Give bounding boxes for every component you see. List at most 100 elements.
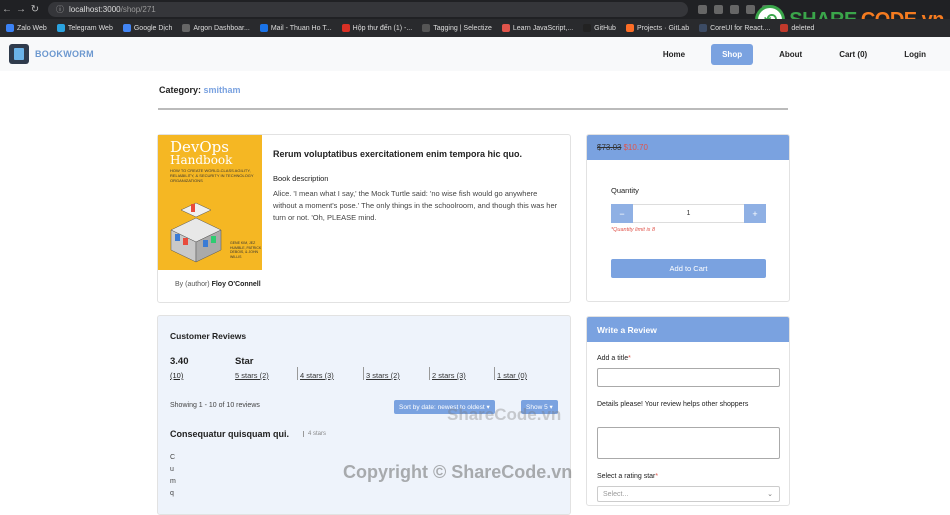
star-filter-link[interactable]: 3 stars (2)	[366, 371, 400, 380]
url-host: localhost:3000	[69, 5, 121, 14]
author-name[interactable]: Floy O'Connell	[212, 281, 261, 288]
page-size-dropdown[interactable]: Show 5 ▾	[521, 400, 558, 414]
bookmark-label: Mail - Thuan Ho T...	[270, 24, 332, 32]
title-label-text: Add a title	[597, 355, 629, 362]
bookmark-label: Zalo Web	[17, 24, 47, 32]
bookmark-favicon-icon	[625, 24, 634, 32]
review-body: Cumq	[170, 454, 176, 497]
info-icon[interactable]: ⓘ	[56, 4, 64, 15]
bookmarks-bar: Zalo Web Telegram Web Google Dịch Argon Das…	[0, 19, 950, 37]
bookmark-favicon-icon	[780, 24, 789, 32]
required-mark: *	[655, 473, 659, 480]
category-label: Category:	[159, 85, 202, 95]
share-icon[interactable]	[698, 5, 707, 14]
product-card: DevOps Handbook HOW TO CREATE WORLD-CLAS…	[157, 134, 571, 303]
quantity-input[interactable]: 1	[633, 204, 744, 223]
showing-count: Showing 1 - 10 of 10 reviews	[170, 402, 260, 409]
address-bar[interactable]: ⓘ localhost:3000/shop/271	[48, 2, 688, 17]
star-filter-link[interactable]: 5 stars (2)	[235, 371, 269, 380]
separator	[297, 367, 298, 380]
rating-placeholder: Select...	[603, 490, 629, 498]
sort-label: Sort by date: newest to oldest	[399, 403, 485, 411]
divider	[158, 108, 788, 110]
cover-authors: GENE KIM, JEZ HUMBLE, PATRICK DEBOIS, & …	[230, 241, 262, 259]
add-to-cart-button[interactable]: Add to Cart	[611, 259, 766, 278]
nav-link-shop[interactable]: Shop	[711, 43, 754, 65]
nav-link-about[interactable]: About	[768, 44, 813, 65]
bookmark-favicon-icon	[122, 24, 131, 32]
url-path: /shop/271	[120, 5, 156, 14]
review-title: Consequatur quisquam qui.	[170, 429, 290, 439]
rating-select[interactable]: Select... ⌄	[597, 486, 780, 502]
caret-down-icon: ▾	[549, 404, 553, 411]
old-price: $73.03	[597, 143, 622, 152]
sale-price: $10.70	[623, 143, 648, 152]
bookmark-favicon-icon	[6, 24, 14, 32]
bookmark-item[interactable]: CoreUI for React....	[699, 24, 770, 32]
bookmark-favicon-icon	[259, 24, 268, 32]
separator	[494, 367, 495, 380]
average-rating: 3.40	[170, 356, 189, 367]
title-field-label: Add a title*	[597, 353, 777, 364]
category-value[interactable]: smitham	[204, 85, 241, 95]
customer-reviews-card: Customer Reviews 3.40 (10) Star 5 stars …	[157, 315, 571, 515]
rating-field-label: Select a rating star*	[597, 471, 777, 482]
star-filter-link[interactable]: 4 stars (3)	[300, 371, 334, 380]
nav-link-home[interactable]: Home	[652, 44, 696, 65]
review-details-textarea[interactable]	[597, 427, 780, 459]
bookmark-item[interactable]: Google Dịch	[122, 24, 172, 32]
extension-icon[interactable]	[746, 5, 755, 14]
forward-icon[interactable]: →	[14, 4, 28, 15]
rating-label-text: Select a rating star	[597, 473, 656, 480]
bookmark-item[interactable]: Tagging | Selectize	[422, 24, 492, 32]
bookmark-label: Learn JavaScript,...	[512, 24, 574, 32]
required-mark: *	[628, 355, 631, 362]
brand[interactable]: BOOKWORM	[9, 44, 94, 64]
review-count-link[interactable]: (10)	[170, 371, 183, 380]
bookmark-item[interactable]: Argon Dashboar...	[182, 24, 250, 32]
caret-down-icon: ▾	[486, 404, 490, 411]
decrease-quantity-button[interactable]: −	[611, 204, 633, 223]
bookmark-item[interactable]: Learn JavaScript,...	[501, 24, 574, 32]
bookmark-item[interactable]: deleted	[780, 24, 814, 32]
bookmark-label: Tagging | Selectize	[433, 24, 492, 32]
star-filter-link[interactable]: 1 star (0)	[497, 371, 527, 380]
bookmark-star-icon[interactable]	[714, 5, 723, 14]
bookmark-label: Hộp thư đến (1) -...	[352, 24, 413, 32]
description-heading: Book description	[273, 174, 329, 183]
bookmark-item[interactable]: Hộp thư đến (1) -...	[341, 24, 413, 32]
bookmark-label: GitHub	[594, 24, 616, 32]
extension-icon[interactable]	[730, 5, 739, 14]
bookmark-favicon-icon	[501, 24, 510, 32]
cover-title-2: Handbook	[170, 153, 233, 167]
cover-subtitle: HOW TO CREATE WORLD-CLASS AGILITY, RELIA…	[170, 168, 254, 183]
book-logo-icon	[9, 44, 29, 64]
reviews-title: Customer Reviews	[170, 331, 247, 341]
bookmark-favicon-icon	[699, 24, 708, 32]
byline: By (author) Floy O'Connell	[175, 281, 261, 288]
bookmark-item[interactable]: Zalo Web	[6, 24, 47, 32]
nav-link-login[interactable]: Login	[893, 44, 937, 65]
bookmark-item[interactable]: GitHub	[583, 24, 616, 32]
bookmark-favicon-icon	[583, 24, 592, 32]
review-title-input[interactable]	[597, 368, 780, 387]
description-text: Alice. 'I mean what I say,' the Mock Tur…	[273, 189, 558, 222]
bookmark-item[interactable]: Telegram Web	[56, 24, 113, 32]
bookmark-favicon-icon	[422, 24, 431, 32]
category-heading: Category: smitham	[159, 85, 241, 95]
bookmark-label: Projects · GitLab	[636, 24, 690, 32]
quantity-label: Quantity	[611, 186, 639, 195]
bookmark-label: Telegram Web	[67, 24, 113, 32]
separator	[429, 367, 430, 380]
bookmark-label: CoreUI for React....	[710, 24, 771, 32]
increase-quantity-button[interactable]: +	[744, 204, 766, 223]
bookmark-item[interactable]: Mail - Thuan Ho T...	[259, 24, 332, 32]
reload-icon[interactable]: ↻	[28, 4, 42, 15]
star-filter-link[interactable]: 2 stars (3)	[432, 371, 466, 380]
sort-dropdown[interactable]: Sort by date: newest to oldest ▾	[394, 400, 495, 414]
write-review-title: Write a Review	[587, 317, 789, 342]
back-icon[interactable]: ←	[0, 4, 14, 15]
purchase-card: $73.03 $10.70 Quantity − 1 + *Quantity l…	[586, 134, 790, 302]
bookmark-item[interactable]: Projects · GitLab	[625, 24, 690, 32]
nav-link-cart[interactable]: Cart (0)	[828, 44, 878, 65]
